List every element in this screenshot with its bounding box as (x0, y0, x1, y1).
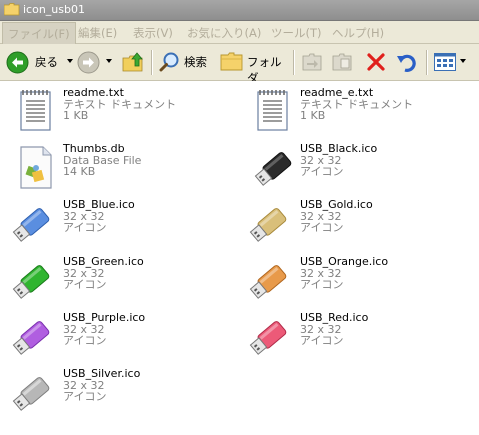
file-item[interactable]: readme.txt テキスト ドキュメント 1 KB (13, 87, 243, 139)
text-document-icon (20, 90, 51, 131)
usb-green-icon (12, 265, 50, 299)
toolbar: 戻る 検索 フォルダ (0, 44, 479, 85)
file-name: USB_Red.ico (300, 311, 369, 324)
menu-favorites[interactable]: お気に入り(A) (187, 25, 261, 41)
menu-view[interactable]: 表示(V) (133, 25, 173, 41)
file-item[interactable]: Thumbs.db Data Base File 14 KB (13, 143, 243, 195)
file-size: アイコン (63, 221, 107, 235)
title-bar[interactable]: icon_usb01 (0, 0, 479, 21)
back-dropdown-icon[interactable] (67, 59, 73, 63)
usb-black-icon (254, 152, 292, 186)
menu-tools[interactable]: ツール(T) (271, 25, 322, 41)
folders-icon (220, 52, 243, 71)
folders-button[interactable]: フォルダ (218, 44, 290, 85)
copy-to-icon (332, 53, 352, 71)
menu-help[interactable]: ヘルプ(H) (332, 25, 384, 41)
forward-button[interactable] (77, 44, 117, 80)
file-size: アイコン (300, 165, 344, 179)
file-list: readme.txt テキスト ドキュメント 1 KB readme_e.txt… (0, 81, 479, 435)
views-dropdown-icon[interactable] (460, 59, 466, 63)
search-button[interactable]: 検索 (157, 44, 215, 80)
usb-red-icon (249, 321, 287, 355)
file-name: USB_Gold.ico (300, 198, 373, 211)
undo-icon (397, 54, 416, 72)
toolbar-separator (426, 50, 428, 75)
file-size: アイコン (63, 334, 107, 348)
delete-icon (367, 53, 385, 71)
up-folder-icon (122, 52, 143, 72)
back-button[interactable]: 戻る (4, 44, 74, 80)
usb-purple-icon (12, 321, 50, 355)
file-size: アイコン (63, 278, 107, 292)
file-size: 1 KB (300, 109, 326, 123)
text-document-icon (257, 90, 288, 131)
file-size: 14 KB (63, 165, 96, 179)
usb-silver-icon (12, 377, 50, 411)
move-to-button[interactable] (300, 44, 324, 80)
database-file-icon (20, 146, 52, 189)
usb-orange-icon (249, 265, 287, 299)
file-item[interactable]: USB_Orange.ico 32 x 32 アイコン (245, 256, 475, 308)
file-item[interactable]: USB_Blue.ico 32 x 32 アイコン (8, 199, 238, 251)
file-item[interactable]: USB_Green.ico 32 x 32 アイコン (8, 256, 238, 308)
folder-icon (4, 3, 20, 16)
forward-arrow-icon (77, 51, 100, 74)
up-folder-button[interactable] (120, 44, 146, 80)
file-item[interactable]: USB_Gold.ico 32 x 32 アイコン (245, 199, 475, 251)
menu-edit[interactable]: 編集(E) (78, 25, 117, 41)
views-icon (434, 53, 456, 71)
file-item[interactable]: USB_Black.ico 32 x 32 アイコン (250, 143, 479, 195)
file-item[interactable]: USB_Red.ico 32 x 32 アイコン (245, 312, 475, 364)
menu-bar: ファイル(F) 編集(E) 表示(V) お気に入り(A) ツール(T) ヘルプ(… (0, 21, 479, 45)
file-name: USB_Silver.ico (63, 367, 141, 380)
forward-dropdown-icon[interactable] (106, 59, 112, 63)
toolbar-separator (151, 50, 153, 75)
file-item[interactable]: USB_Silver.ico 32 x 32 アイコン (8, 368, 238, 420)
file-size: 1 KB (63, 109, 89, 123)
file-size: アイコン (300, 278, 344, 292)
file-size: アイコン (300, 334, 344, 348)
toolbar-separator (293, 50, 295, 75)
file-name: USB_Blue.ico (63, 198, 135, 211)
file-name: USB_Black.ico (300, 142, 378, 155)
back-label: 戻る (35, 55, 58, 69)
file-name: Thumbs.db (63, 142, 125, 155)
window-title: icon_usb01 (23, 3, 85, 16)
file-name: readme_e.txt (300, 86, 374, 99)
file-size: アイコン (300, 221, 344, 235)
menu-file[interactable]: ファイル(F) (2, 22, 76, 45)
file-size: アイコン (63, 390, 107, 404)
usb-blue-icon (12, 208, 50, 242)
back-arrow-icon (6, 51, 29, 74)
file-item[interactable]: USB_Purple.ico 32 x 32 アイコン (8, 312, 238, 364)
copy-to-button[interactable] (330, 44, 356, 80)
delete-button[interactable] (364, 44, 388, 80)
usb-gold-icon (249, 208, 287, 242)
file-item[interactable]: readme_e.txt テキスト ドキュメント 1 KB (250, 87, 479, 139)
move-to-icon (302, 53, 322, 71)
views-button[interactable] (432, 44, 470, 80)
file-name: readme.txt (63, 86, 124, 99)
search-icon (159, 52, 179, 72)
search-label: 検索 (184, 55, 207, 69)
undo-button[interactable] (394, 44, 420, 80)
file-name: USB_Orange.ico (300, 255, 389, 268)
file-name: USB_Green.ico (63, 255, 144, 268)
file-name: USB_Purple.ico (63, 311, 146, 324)
